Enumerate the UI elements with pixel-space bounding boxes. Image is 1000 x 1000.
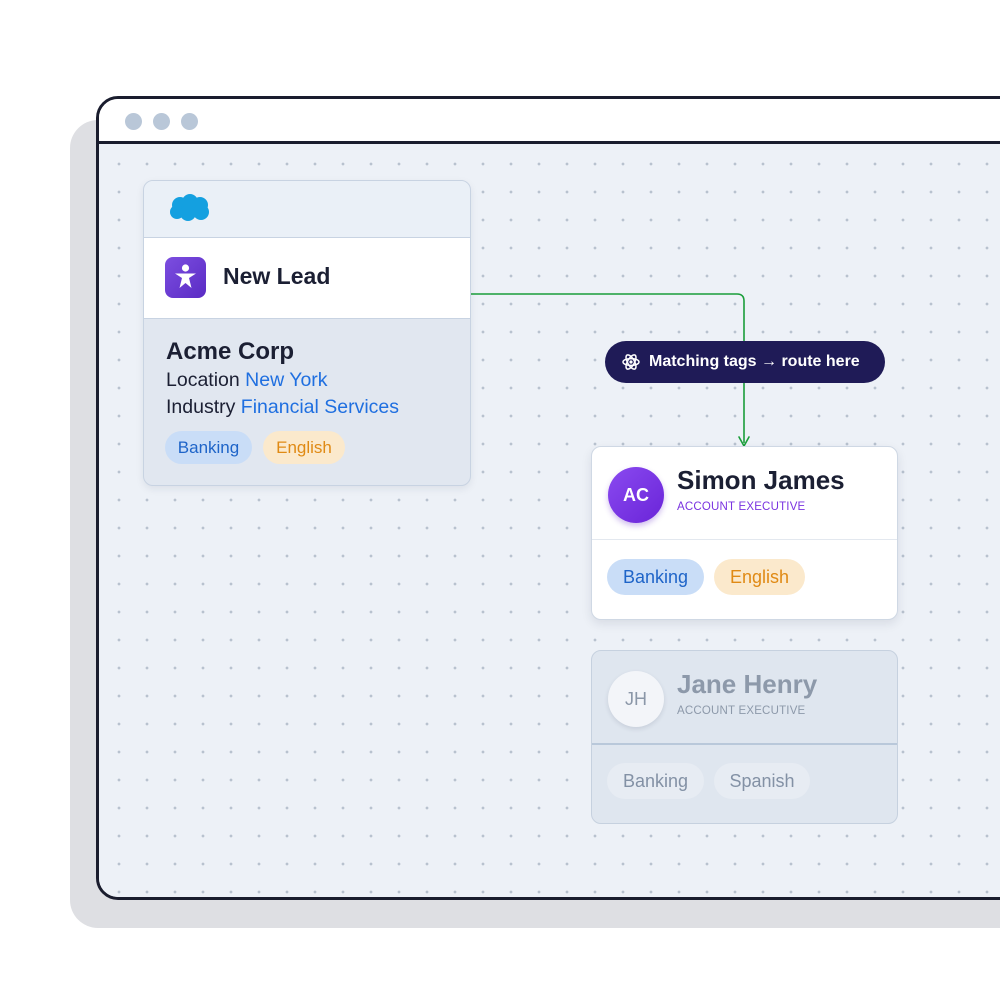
lead-card[interactable]: New Lead Acme Corp Location New York Ind… [143, 180, 471, 486]
tag-spanish[interactable]: Spanish [714, 763, 810, 799]
rep-name: Simon James [677, 465, 845, 495]
industry-value[interactable]: Financial Services [241, 396, 399, 418]
rep-card-header: JH Jane Henry ACCOUNT EXECUTIVE [592, 651, 897, 745]
avatar: AC [608, 467, 664, 523]
location-value[interactable]: New York [245, 369, 327, 391]
lead-card-header [144, 181, 470, 238]
rep-card-header: AC Simon James ACCOUNT EXECUTIVE [592, 447, 897, 540]
tag-banking[interactable]: Banking [607, 559, 704, 595]
window-control-dot[interactable] [125, 113, 142, 130]
routing-rule-label: Matching tags → route here [649, 353, 860, 370]
industry-row: Industry Financial Services [166, 394, 460, 421]
tag-english[interactable]: English [263, 431, 345, 464]
location-row: Location New York [166, 367, 460, 394]
window-titlebar [99, 99, 1000, 144]
lead-title: New Lead [223, 263, 331, 289]
accessibility-person-icon [165, 257, 206, 298]
rep-card-dimmed[interactable]: JH Jane Henry ACCOUNT EXECUTIVE Banking … [591, 650, 898, 824]
tag-english[interactable]: English [714, 559, 805, 595]
window-control-dot[interactable] [181, 113, 198, 130]
avatar: JH [608, 671, 664, 727]
rep-name: Jane Henry [677, 669, 818, 699]
window-control-dot[interactable] [153, 113, 170, 130]
company-name: Acme Corp [166, 338, 295, 365]
rep-role: ACCOUNT EXECUTIVE [677, 705, 806, 717]
salesforce-cloud-icon [170, 194, 209, 221]
industry-label: Industry [166, 396, 236, 418]
tag-banking[interactable]: Banking [607, 763, 704, 799]
routing-rule-pill[interactable]: Matching tags → route here [605, 341, 885, 383]
atom-icon [622, 354, 640, 370]
lead-title-row: New Lead [144, 238, 470, 319]
rep-card-matched[interactable]: AC Simon James ACCOUNT EXECUTIVE Banking… [591, 446, 898, 620]
lead-details: Acme Corp Location New York Industry Fin… [166, 337, 460, 421]
tag-banking[interactable]: Banking [165, 431, 252, 464]
location-label: Location [166, 369, 240, 391]
rep-role: ACCOUNT EXECUTIVE [677, 501, 806, 513]
